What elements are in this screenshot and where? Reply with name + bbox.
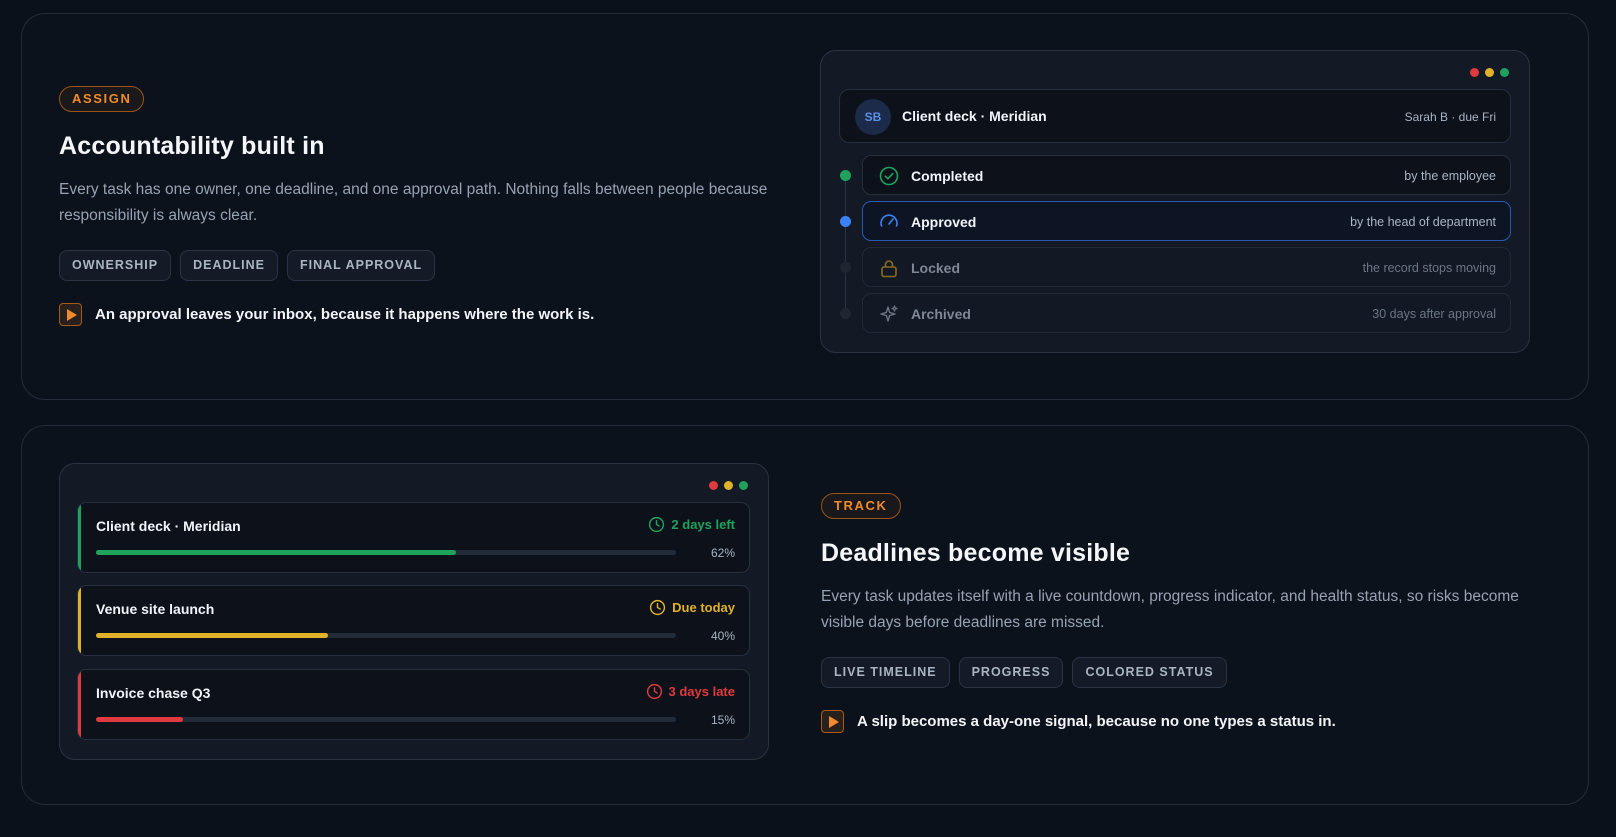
- step-dot-approved: [840, 216, 851, 227]
- track-heading: Deadlines become visible: [821, 539, 1131, 567]
- task-title: Client deck · Meridian: [96, 518, 241, 534]
- task-accent: [78, 503, 81, 572]
- task-status-text: 3 days late: [668, 684, 736, 699]
- check-circle-icon: [879, 166, 899, 186]
- step-label: Completed: [911, 168, 984, 184]
- window-dots: [1470, 68, 1509, 77]
- avatar: SB: [855, 99, 891, 135]
- step-completed[interactable]: Completed by the employee: [862, 155, 1511, 195]
- green-dot-icon: [1500, 68, 1509, 77]
- track-callout: A slip becomes a day-one signal, because…: [821, 710, 1561, 733]
- task-title: Invoice chase Q3: [96, 685, 211, 701]
- assign-callout: An approval leaves your inbox, because i…: [59, 303, 799, 326]
- task-accent: [78, 670, 81, 739]
- assign-section: ASSIGN Accountability built in Every tas…: [21, 13, 1589, 400]
- lock-icon: [881, 260, 897, 278]
- assign-pill: ASSIGN: [59, 86, 145, 112]
- task-status: Due today: [649, 599, 735, 616]
- assign-callout-text: An approval leaves your inbox, because i…: [95, 306, 595, 323]
- client-card-title: Client deck · Meridian: [902, 108, 1047, 124]
- step-note: by the employee: [1404, 169, 1496, 183]
- task-card[interactable]: Invoice chase Q3 3 days late 15%: [77, 669, 750, 740]
- step-label: Archived: [911, 306, 971, 322]
- step-label: Locked: [911, 260, 961, 276]
- assign-description: Every task has one owner, one deadline, …: [59, 181, 768, 224]
- progress-percent: 15%: [710, 713, 735, 727]
- assign-heading: Accountability built in: [59, 132, 325, 160]
- track-text-column: TRACK Deadlines become visible Every tas…: [821, 493, 1561, 733]
- task-status-text: Due today: [672, 600, 735, 615]
- play-icon: [821, 710, 844, 733]
- clock-icon: [646, 683, 662, 700]
- approval-preview-panel: SB Client deck · Meridian Sarah B · due …: [820, 50, 1530, 353]
- yellow-dot-icon: [1485, 68, 1494, 77]
- progress-fill: [96, 717, 183, 722]
- chip-ownership: OWNERSHIP: [59, 250, 172, 281]
- red-dot-icon: [1470, 68, 1479, 77]
- yellow-dot-icon: [724, 481, 733, 490]
- chip-live-timeline: LIVE TIMELINE: [821, 657, 950, 688]
- timeline-line: [845, 175, 846, 315]
- step-label: Approved: [911, 214, 977, 230]
- track-chips: LIVE TIMELINE PROGRESS COLORED STATUS: [821, 657, 1561, 688]
- progress-fill: [96, 633, 328, 638]
- play-icon: [59, 303, 82, 326]
- assign-chips: OWNERSHIP DEADLINE FINAL APPROVAL: [59, 250, 799, 281]
- step-dot-archived: [840, 308, 851, 319]
- clock-icon: [649, 516, 665, 533]
- chip-deadline: DEADLINE: [180, 250, 278, 281]
- assign-text-column: ASSIGN Accountability built in Every tas…: [59, 86, 799, 326]
- step-archived[interactable]: Archived 30 days after approval: [862, 293, 1511, 333]
- progress-track: [96, 550, 676, 555]
- track-description: Every task updates itself with a live co…: [821, 588, 1519, 631]
- red-dot-icon: [709, 481, 718, 490]
- progress-track: [96, 717, 676, 722]
- step-note: by the head of department: [1350, 215, 1496, 229]
- task-card[interactable]: Client deck · Meridian 2 days left 62%: [77, 502, 750, 573]
- chip-colored-status: COLORED STATUS: [1072, 657, 1227, 688]
- chip-final-approval: FINAL APPROVAL: [287, 250, 436, 281]
- track-pill: TRACK: [821, 493, 901, 519]
- client-card[interactable]: SB Client deck · Meridian Sarah B · due …: [839, 89, 1511, 143]
- client-card-meta: Sarah B · due Fri: [1404, 110, 1496, 124]
- sparkle-icon: [880, 305, 898, 322]
- step-dot-locked: [840, 262, 851, 273]
- track-callout-text: A slip becomes a day-one signal, because…: [857, 713, 1336, 730]
- task-accent: [78, 586, 81, 655]
- progress-percent: 62%: [710, 546, 735, 560]
- step-dot-completed: [840, 170, 851, 181]
- track-section: Client deck · Meridian 2 days left 62% V…: [21, 425, 1589, 805]
- chip-progress: PROGRESS: [958, 657, 1064, 688]
- task-title: Venue site launch: [96, 601, 215, 617]
- window-dots: [709, 481, 748, 490]
- green-dot-icon: [739, 481, 748, 490]
- progress-percent: 40%: [710, 629, 735, 643]
- deadline-preview-panel: Client deck · Meridian 2 days left 62% V…: [59, 463, 769, 760]
- progress-fill: [96, 550, 456, 555]
- step-note: 30 days after approval: [1372, 307, 1496, 321]
- task-status: 3 days late: [646, 683, 736, 700]
- step-approved[interactable]: Approved by the head of department: [862, 201, 1511, 241]
- gauge-icon: [880, 214, 898, 227]
- task-status: 2 days left: [648, 516, 735, 533]
- clock-icon: [650, 599, 666, 616]
- task-status-text: 2 days left: [671, 517, 735, 532]
- task-card[interactable]: Venue site launch Due today 40%: [77, 585, 750, 656]
- step-locked[interactable]: Locked the record stops moving: [862, 247, 1511, 287]
- progress-track: [96, 633, 676, 638]
- step-note: the record stops moving: [1362, 261, 1496, 275]
